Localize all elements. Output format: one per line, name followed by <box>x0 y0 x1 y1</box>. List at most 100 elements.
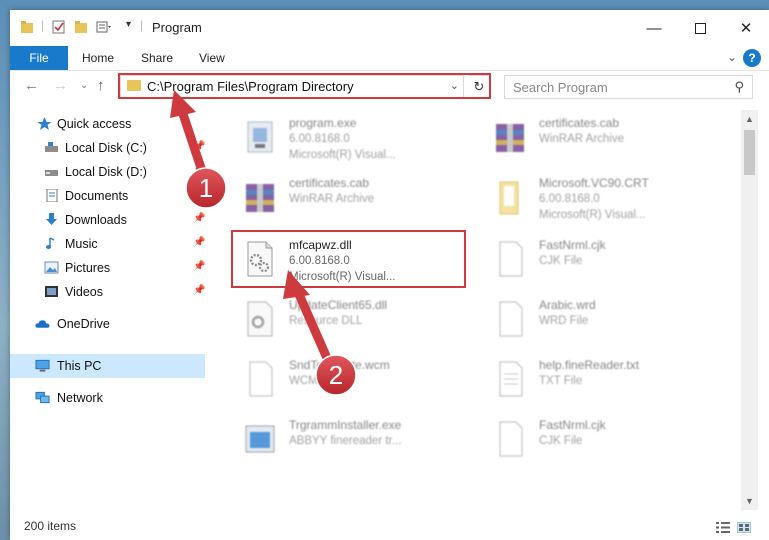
tiles-view-icon[interactable] <box>737 522 751 533</box>
scroll-down-arrow-icon[interactable]: ▼ <box>745 496 754 506</box>
sidebar-item-onedrive[interactable]: OneDrive <box>10 312 205 336</box>
maximize-button[interactable] <box>677 10 723 46</box>
network-icon <box>35 391 50 404</box>
explorer-window: | ▾ | Program — ✕ File Home Share View ⌄… <box>10 10 769 540</box>
list-item[interactable]: program.exe 6.00.8168.0 Microsoft(R) Vis… <box>220 110 460 166</box>
tab-view[interactable]: View <box>199 46 225 70</box>
sidebar-item-local-disk-c[interactable]: Local Disk (C:) 📌 <box>10 136 205 160</box>
generic-file-icon <box>499 421 523 457</box>
file-type: WinRAR Archive <box>289 193 374 205</box>
tab-home[interactable]: Home <box>82 46 114 70</box>
recent-locations-icon[interactable]: ⌄ <box>80 80 88 91</box>
pin-icon[interactable]: 📌 <box>193 165 205 176</box>
file-highlight-box <box>231 230 466 288</box>
list-item[interactable]: Microsoft.VC90.CRT 6.00.8168.0 Microsoft… <box>470 170 710 226</box>
minimize-button[interactable]: — <box>631 10 677 46</box>
sidebar-item-downloads[interactable]: Downloads 📌 <box>10 208 205 232</box>
file-type: WCM File <box>289 375 340 387</box>
up-arrow-icon[interactable]: ↑ <box>97 77 105 94</box>
list-item[interactable]: help.fineReader.txt TXT File <box>470 352 710 408</box>
scroll-up-arrow-icon[interactable]: ▲ <box>745 114 754 124</box>
separator: | <box>140 18 144 32</box>
file-list: program.exe 6.00.8168.0 Microsoft(R) Vis… <box>220 110 740 510</box>
new-folder-icon[interactable] <box>74 20 88 34</box>
sidebar-item-local-disk-d[interactable]: Local Disk (D:) 📌 <box>10 160 205 184</box>
generic-file-icon <box>499 241 523 277</box>
sidebar-item-label: Local Disk (D:) <box>65 165 147 179</box>
search-box[interactable]: Search Program ⚲ <box>504 75 753 99</box>
pin-icon[interactable]: 📌 <box>193 237 205 248</box>
forward-arrow-icon[interactable]: → <box>53 77 68 94</box>
pin-icon[interactable]: 📌 <box>193 285 205 296</box>
documents-icon <box>46 189 58 202</box>
ribbon-tabs: File Home Share View ⌄ ? <box>10 46 769 71</box>
pin-icon[interactable]: 📌 <box>193 141 205 152</box>
list-item[interactable]: certificates.cab WinRAR Archive <box>220 170 460 226</box>
sidebar-item-videos[interactable]: Videos 📌 <box>10 280 205 304</box>
file-description: Microsoft(R) Visual... <box>539 209 646 221</box>
list-item[interactable]: UpdateClient65.dll Resource DLL <box>220 292 460 348</box>
file-type: WinRAR Archive <box>539 133 624 145</box>
sidebar-item-documents[interactable]: Documents 📌 <box>10 184 205 208</box>
chevron-down-icon[interactable]: ⌄ <box>727 50 737 64</box>
text-file-icon <box>499 361 523 397</box>
sidebar-item-label: Quick access <box>57 117 132 131</box>
customize-icon[interactable] <box>96 20 112 34</box>
file-name: Arabic.wrd <box>539 298 596 312</box>
file-type: ABBYY finereader tr... <box>289 435 402 447</box>
tab-file[interactable]: File <box>10 46 68 70</box>
pin-icon[interactable]: 📌 <box>193 213 205 224</box>
list-item[interactable]: TrgrammInstaller.exe ABBYY finereader tr… <box>220 412 460 468</box>
list-item[interactable]: SndToUpdate.wcm WCM File <box>220 352 460 408</box>
file-type: WRD File <box>539 315 589 327</box>
list-item[interactable]: certificates.cab WinRAR Archive <box>470 110 710 166</box>
file-type: TXT File <box>539 375 583 387</box>
file-type: CJK File <box>539 255 583 267</box>
star-icon <box>37 117 52 130</box>
window-title: Program <box>152 20 202 35</box>
file-name: UpdateClient65.dll <box>289 298 388 312</box>
sidebar-item-label: This PC <box>57 359 102 373</box>
sidebar-item-music[interactable]: Music 📌 <box>10 232 205 256</box>
chevron-down-icon[interactable]: ▾ <box>126 19 131 30</box>
details-view-icon[interactable] <box>716 522 730 533</box>
close-button[interactable]: ✕ <box>723 10 769 46</box>
file-description: Microsoft(R) Visual... <box>289 149 396 161</box>
sidebar-item-this-pc[interactable]: This PC <box>10 354 205 378</box>
archive-file-icon <box>246 184 274 212</box>
file-type: CJK File <box>539 435 583 447</box>
archive-file-icon <box>496 124 524 152</box>
help-button[interactable]: ? <box>743 49 761 67</box>
search-icon[interactable]: ⚲ <box>734 79 744 95</box>
tab-share[interactable]: Share <box>141 46 173 70</box>
sidebar-item-label: Network <box>57 391 103 405</box>
scrollbar-thumb[interactable] <box>744 130 755 175</box>
file-name: TrgrammInstaller.exe <box>289 418 402 432</box>
file-name: Microsoft.VC90.CRT <box>539 176 649 190</box>
generic-file-icon <box>249 361 273 397</box>
videos-icon <box>45 286 58 297</box>
status-bar: 200 items <box>10 510 769 540</box>
sidebar-item-label: Local Disk (C:) <box>65 141 147 155</box>
list-item[interactable]: FastNrml.cjk CJK File <box>470 412 710 468</box>
back-arrow-icon[interactable]: ← <box>24 77 39 94</box>
file-name: certificates.cab <box>289 176 370 190</box>
exe-file-icon <box>245 425 275 453</box>
file-name: program.exe <box>289 116 357 130</box>
pictures-icon <box>44 261 59 274</box>
list-item[interactable]: FastNrml.cjk CJK File <box>470 232 710 288</box>
computer-icon <box>35 359 50 372</box>
pin-icon[interactable]: 📌 <box>193 261 205 272</box>
vertical-scrollbar[interactable]: ▲ ▼ <box>741 110 758 510</box>
pin-icon[interactable]: 📌 <box>193 189 205 200</box>
search-input[interactable]: Search Program <box>513 80 608 95</box>
drive-icon <box>45 142 58 152</box>
sidebar-item-quick-access[interactable]: Quick access <box>10 112 205 136</box>
separator: | <box>41 18 45 32</box>
sidebar-item-pictures[interactable]: Pictures 📌 <box>10 256 205 280</box>
sidebar-item-network[interactable]: Network <box>10 386 205 410</box>
sidebar-item-label: Music <box>65 237 98 251</box>
list-item[interactable]: Arabic.wrd WRD File <box>470 292 710 348</box>
properties-icon[interactable] <box>52 20 66 34</box>
address-highlight-box <box>118 73 491 99</box>
